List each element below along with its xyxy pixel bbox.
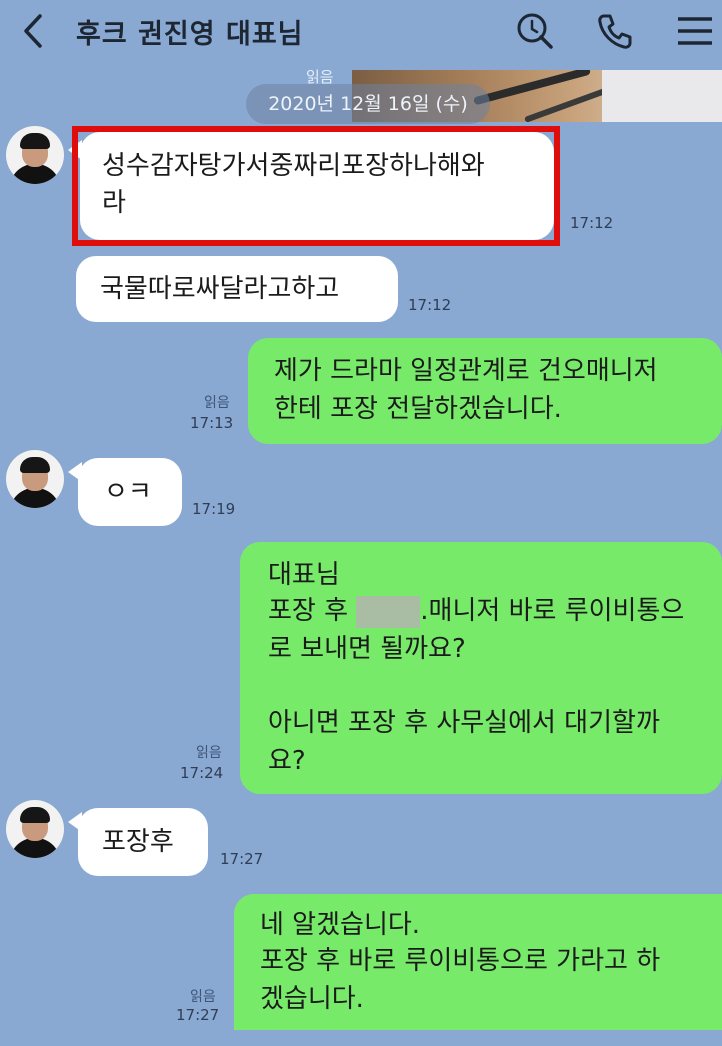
message-text: 네 알겠습니다. xyxy=(260,910,421,940)
redacted-name xyxy=(356,595,421,628)
message-text: .매니저 바로 루이비통으 xyxy=(420,596,685,626)
message-text: 대표님 xyxy=(268,560,340,590)
message-time: 17:12 xyxy=(570,214,614,232)
message-time: 17:24 xyxy=(180,764,224,782)
read-receipt: 읽음 xyxy=(196,745,222,761)
message-bubble[interactable]: 국물따로싸달라고하고 xyxy=(76,256,398,322)
avatar[interactable] xyxy=(6,450,64,508)
message-text: 겠습니다. xyxy=(260,984,364,1014)
phone-icon[interactable] xyxy=(594,10,636,52)
message-time: 17:12 xyxy=(408,296,452,314)
message-text: 포장 후 xyxy=(268,596,349,626)
avatar[interactable] xyxy=(6,126,64,184)
chat-header: 후크 권진영 대표님 xyxy=(0,0,722,62)
paper-shape xyxy=(602,70,722,122)
message-text: 제가 드라마 일정관계로 건오매니저 xyxy=(274,356,658,386)
message-bubble[interactable]: 대표님 포장 후 .매니저 바로 루이비통으 로 보내면 될까요? 아니면 포장… xyxy=(240,542,722,794)
message-bubble[interactable]: 제가 드라마 일정관계로 건오매니저 한테 포장 전달하겠습니다. xyxy=(248,338,722,444)
read-receipt: 읽음 xyxy=(204,395,230,411)
message-time: 17:19 xyxy=(192,500,236,518)
highlight-box xyxy=(72,126,560,246)
message-text: ㅇㅋ xyxy=(104,477,152,507)
avatar[interactable] xyxy=(6,800,64,858)
message-text: 국물따로싸달라고하고 xyxy=(100,274,340,304)
read-receipt: 읽음 xyxy=(190,989,216,1005)
message-time: 17:27 xyxy=(220,850,264,868)
back-arrow-icon[interactable] xyxy=(14,10,54,52)
message-time: 17:13 xyxy=(190,414,234,432)
message-text: 로 보내면 될까요? xyxy=(268,634,466,664)
date-divider: 2020년 12월 16일 (수) xyxy=(246,84,490,124)
message-text: 포장 후 바로 루이비통으로 가라고 하 xyxy=(260,946,661,976)
message-text: 요? xyxy=(268,746,306,776)
message-text-row: 포장 후 .매니저 바로 루이비통으 xyxy=(268,592,684,630)
message-time: 17:27 xyxy=(176,1006,220,1024)
message-bubble[interactable]: 네 알겠습니다. 포장 후 바로 루이비통으로 가라고 하 겠습니다. xyxy=(234,894,722,1030)
message-bubble[interactable]: ㅇㅋ xyxy=(78,458,182,526)
search-icon[interactable] xyxy=(514,10,556,52)
menu-icon[interactable] xyxy=(674,10,716,52)
chat-title: 후크 권진영 대표님 xyxy=(76,19,304,50)
message-bubble[interactable]: 포장후 xyxy=(78,808,208,876)
message-text: 한테 포장 전달하겠습니다. xyxy=(274,394,562,424)
message-text: 포장후 xyxy=(102,827,174,857)
message-text: 아니면 포장 후 사무실에서 대기할까 xyxy=(268,708,660,738)
